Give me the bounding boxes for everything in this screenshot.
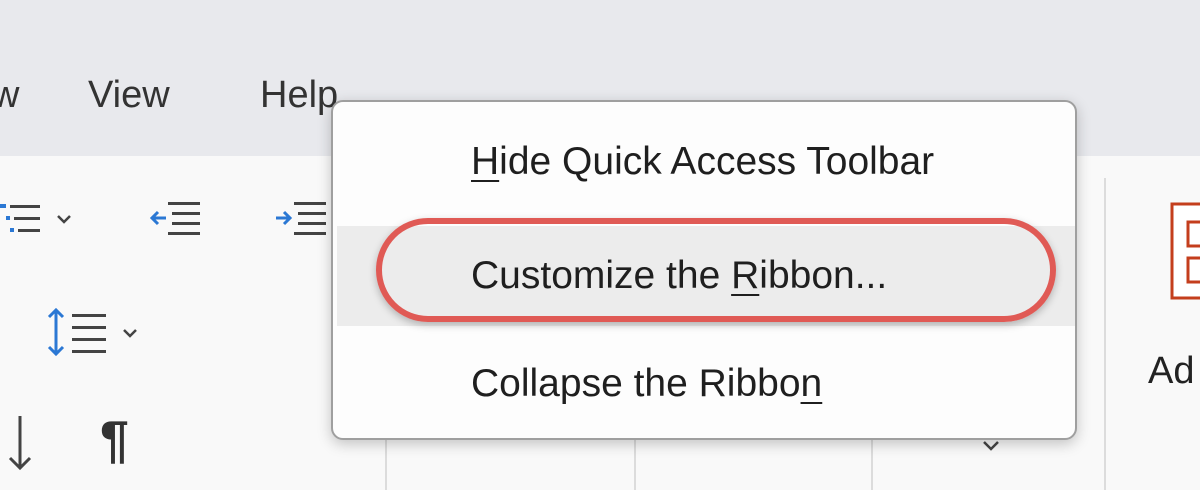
show-formatting-marks-icon[interactable]: ¶: [100, 410, 129, 470]
sort-icon[interactable]: [0, 412, 40, 476]
add-in-icon[interactable]: [1168, 202, 1200, 302]
group-separator: [634, 440, 636, 490]
group-separator: [871, 440, 873, 490]
menu-item-collapse-the-ribbon[interactable]: Collapse the Ribbon: [337, 334, 1075, 434]
chevron-down-icon[interactable]: [980, 440, 1004, 454]
access-key: n: [800, 362, 823, 405]
decrease-indent-icon[interactable]: [148, 198, 204, 242]
tab-review[interactable]: w: [0, 72, 19, 118]
line-spacing-icon[interactable]: [44, 306, 148, 360]
menu-item-hide-quick-access-toolbar[interactable]: Hide Quick Access Toolbar: [337, 112, 1075, 212]
access-key: H: [471, 140, 500, 183]
group-separator: [1104, 178, 1106, 490]
increase-indent-icon[interactable]: [274, 198, 330, 242]
add-ins-label: Ad: [1148, 350, 1195, 392]
highlight-annotation: [376, 218, 1056, 322]
tab-help[interactable]: Help: [260, 72, 338, 118]
multilevel-list-icon[interactable]: [0, 196, 90, 246]
menu-item-label: Collapse the Ribbo: [471, 362, 801, 405]
tab-view[interactable]: View: [88, 72, 170, 118]
group-separator: [385, 440, 387, 490]
menu-item-label: ide Quick Access Toolbar: [499, 140, 935, 183]
